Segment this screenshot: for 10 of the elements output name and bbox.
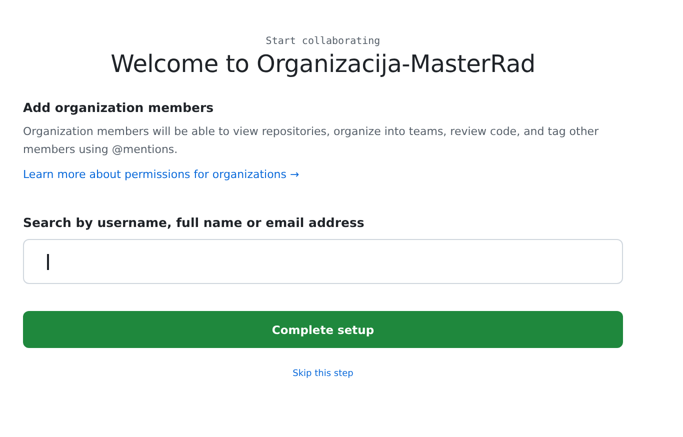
- search-field[interactable]: [23, 239, 623, 284]
- eyebrow-text: Start collaborating: [266, 35, 380, 48]
- section-heading: Add organization members: [23, 99, 215, 117]
- section-description: Organization members will be able to view repositories, organize into teams, review code, and tag other members using @mentions.: [23, 124, 600, 158]
- complete-setup-button[interactable]: Complete setup: [23, 311, 623, 348]
- page-title: Welcome to Organizacija-MasterRad: [110, 49, 536, 80]
- permissions-link[interactable]: Learn more about permissions for organizations →: [23, 167, 300, 182]
- search-label: Search by username, full name or email address: [23, 214, 366, 232]
- text-cursor: [47, 254, 49, 270]
- skip-link[interactable]: Skip this step: [292, 369, 354, 379]
